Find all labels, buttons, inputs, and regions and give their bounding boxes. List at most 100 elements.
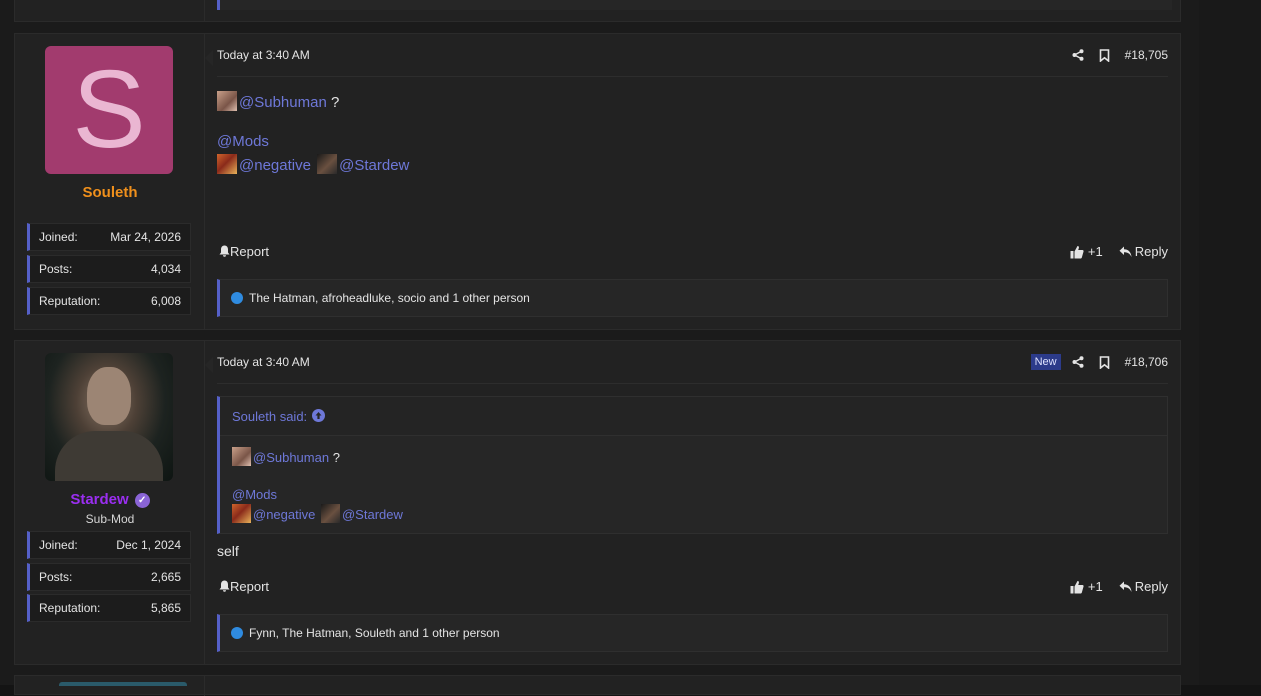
like-button[interactable]: +1 xyxy=(1070,579,1103,594)
avatar[interactable]: S xyxy=(45,46,173,174)
stat-label: Reputation: xyxy=(39,294,101,308)
user-cell: S Souleth Joined: Mar 24, 2026 Posts: 4,… xyxy=(15,34,205,329)
mini-avatar[interactable] xyxy=(232,504,251,523)
bookmark-icon[interactable] xyxy=(1099,355,1110,369)
reactions-list[interactable]: Fynn, The Hatman, Souleth and 1 other pe… xyxy=(249,626,500,640)
quote-text: ? xyxy=(329,450,340,465)
mini-avatar[interactable] xyxy=(317,154,338,174)
like-reaction-icon xyxy=(231,627,243,639)
stat-value: 4,034 xyxy=(150,262,181,276)
post-header: Today at 3:40 AM New #18,706 xyxy=(205,341,1168,384)
reactions-bar[interactable]: Fynn, The Hatman, Souleth and 1 other pe… xyxy=(217,614,1168,652)
post-header-actions: New #18,706 xyxy=(1030,353,1168,371)
thumbs-up-icon xyxy=(1070,245,1084,258)
quote-line: @Subhuman ? xyxy=(232,447,340,466)
mention-link[interactable]: @Subhuman xyxy=(253,450,329,465)
stat-label: Reputation: xyxy=(39,601,101,615)
body-line: @Subhuman ? xyxy=(217,91,409,112)
body-text: ? xyxy=(326,94,340,111)
post-actions: Report +1 Reply xyxy=(217,241,1168,263)
verified-badge-icon: ✓ xyxy=(134,493,150,508)
mention-link[interactable]: @Subhuman xyxy=(239,94,327,111)
mention-link[interactable]: @Stardew xyxy=(342,507,403,522)
bell-icon xyxy=(219,245,230,257)
stat-value: 5,865 xyxy=(150,601,181,615)
like-count: +1 xyxy=(1087,244,1103,259)
stat-value: Mar 24, 2026 xyxy=(110,230,181,244)
mini-avatar[interactable] xyxy=(217,91,237,111)
arrow-up-circle-icon[interactable] xyxy=(312,409,325,422)
report-button[interactable]: Report xyxy=(219,244,269,259)
stat-label: Posts: xyxy=(39,570,73,584)
reactions-bar[interactable]: The Hatman, afroheadluke, socio and 1 ot… xyxy=(217,279,1168,317)
avatar[interactable] xyxy=(59,682,187,686)
mini-avatar[interactable] xyxy=(217,154,237,174)
bell-icon xyxy=(219,580,230,592)
stat-reputation: Reputation: 5,865 xyxy=(27,594,191,622)
user-cell-divider xyxy=(204,0,205,21)
post-number-link[interactable]: #18,706 xyxy=(1125,355,1168,369)
user-cell: Stardew ✓ Sub-Mod Joined: Dec 1, 2024 Pos… xyxy=(15,341,205,664)
quote-header[interactable]: Souleth said: xyxy=(220,397,1167,436)
post-date[interactable]: Today at 3:40 AM xyxy=(217,355,310,369)
reply-label: Reply xyxy=(1134,579,1168,594)
mention-link[interactable]: @Stardew xyxy=(339,157,409,174)
like-reaction-icon xyxy=(231,292,243,304)
mention-link[interactable]: @Mods xyxy=(232,487,277,502)
body-blank-line xyxy=(217,112,409,133)
mention-link[interactable]: @negative xyxy=(253,507,315,522)
username[interactable]: Stardew ✓ xyxy=(15,491,205,508)
stat-label: Posts: xyxy=(39,262,73,276)
stat-value: 6,008 xyxy=(150,294,181,308)
quote-line: @Mods xyxy=(232,487,277,502)
thumbs-up-icon xyxy=(1070,580,1084,593)
mention-link[interactable]: @Mods xyxy=(217,133,269,150)
share-icon[interactable] xyxy=(1072,356,1084,368)
post-number-link[interactable]: #18,705 xyxy=(1125,48,1168,62)
stat-label: Joined: xyxy=(39,538,78,552)
username[interactable]: Souleth xyxy=(15,184,205,201)
post-actions-right: +1 Reply xyxy=(1070,244,1168,259)
reply-button[interactable]: Reply xyxy=(1119,579,1168,594)
username-label: Stardew xyxy=(70,491,129,508)
quote-block: Souleth said: @Subhuman ? @Mods @negativ… xyxy=(217,396,1168,534)
stat-posts: Posts: 2,665 xyxy=(27,563,191,591)
avatar[interactable] xyxy=(45,353,173,481)
post-body: @Subhuman ? @Mods @negative @Stardew xyxy=(217,91,409,175)
like-count: +1 xyxy=(1087,579,1103,594)
stat-value: Dec 1, 2024 xyxy=(116,538,181,552)
reply-icon xyxy=(1119,581,1132,592)
quote-author-link[interactable]: Souleth said: xyxy=(232,409,307,424)
body-line: @Mods xyxy=(217,133,409,154)
mini-avatar[interactable] xyxy=(232,447,251,466)
post-header-actions: #18,705 xyxy=(1072,46,1168,64)
reply-label: Reply xyxy=(1134,244,1168,259)
previous-post-fragment xyxy=(14,0,1181,22)
post-18705: S Souleth Joined: Mar 24, 2026 Posts: 4,… xyxy=(14,33,1181,330)
reply-button[interactable]: Reply xyxy=(1119,244,1168,259)
avatar-photo-figure xyxy=(55,431,163,481)
stat-posts: Posts: 4,034 xyxy=(27,255,191,283)
user-title: Sub-Mod xyxy=(85,512,135,526)
avatar-photo-head xyxy=(87,367,131,425)
post-date[interactable]: Today at 3:40 AM xyxy=(217,48,310,62)
reply-icon xyxy=(1119,246,1132,257)
post-actions: Report +1 Reply xyxy=(217,576,1168,598)
user-cell-divider xyxy=(204,676,205,696)
bookmark-icon[interactable] xyxy=(1099,48,1110,62)
share-icon[interactable] xyxy=(1072,49,1084,61)
stat-joined: Joined: Mar 24, 2026 xyxy=(27,223,191,251)
stat-value: 2,665 xyxy=(150,570,181,584)
report-label: Report xyxy=(230,579,270,594)
mini-avatar[interactable] xyxy=(320,504,340,523)
quote-line: @negative @Stardew xyxy=(232,504,403,523)
mention-link[interactable]: @negative xyxy=(239,157,311,174)
reactions-list[interactable]: The Hatman, afroheadluke, socio and 1 ot… xyxy=(249,291,530,305)
report-label: Report xyxy=(230,244,270,259)
stat-label: Joined: xyxy=(39,230,78,244)
post-actions-right: +1 Reply xyxy=(1070,579,1168,594)
page-margin xyxy=(1199,0,1261,685)
report-button[interactable]: Report xyxy=(219,579,269,594)
stat-joined: Joined: Dec 1, 2024 xyxy=(27,531,191,559)
like-button[interactable]: +1 xyxy=(1070,244,1103,259)
